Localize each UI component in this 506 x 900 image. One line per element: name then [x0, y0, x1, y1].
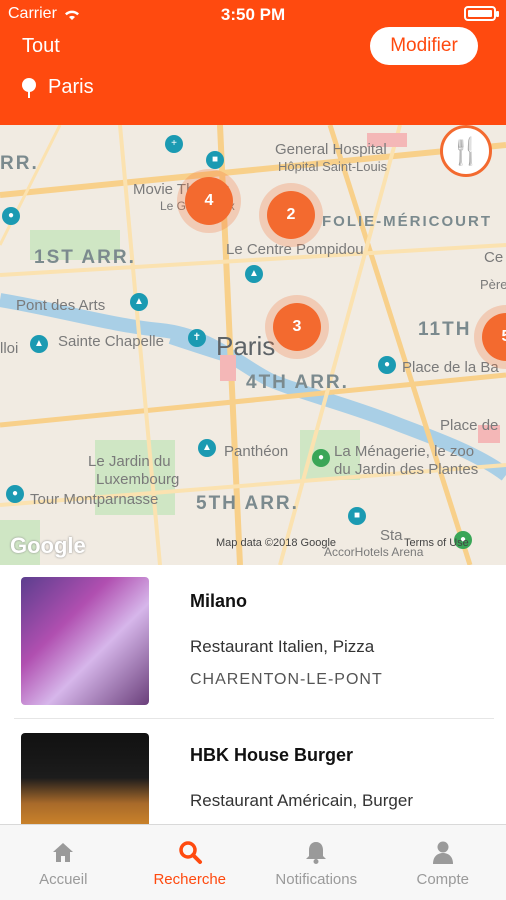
map-cluster[interactable]: 4: [185, 177, 233, 225]
map-label: Pont des Arts: [16, 297, 106, 314]
map-label: Luxembourg: [96, 471, 180, 488]
restaurant-list[interactable]: Milano Restaurant Italien, Pizza CHARENT…: [0, 565, 506, 825]
camera-poi-icon[interactable]: ●: [2, 207, 20, 225]
map-label: 4TH ARR.: [246, 372, 349, 393]
status-bar: Carrier 3:50 PM: [0, 0, 506, 28]
restaurant-photo: [21, 577, 149, 705]
map-cluster[interactable]: 3: [273, 303, 321, 351]
restaurant-category: Restaurant Américain, Burger: [190, 791, 413, 810]
list-divider: [14, 718, 494, 719]
home-icon: [53, 843, 74, 862]
tab-label: Accueil: [39, 871, 88, 888]
map-label: RR.: [0, 153, 39, 174]
map-attribution: Map data ©2018 Google: [216, 537, 337, 549]
restaurant-city: CHARENTON-LE-PONT: [190, 671, 383, 688]
landmark-poi-icon[interactable]: ▲: [198, 439, 216, 457]
map-label: Place de la Ba: [402, 359, 499, 376]
map-label: Le Centre Pompidou: [226, 241, 364, 258]
map-label: lloi: [0, 340, 19, 357]
map-label: Père: [480, 277, 506, 292]
map-label: 5TH ARR.: [196, 493, 299, 514]
restaurant-marker-icon[interactable]: 🍴: [440, 125, 492, 177]
tab-compte[interactable]: Compte: [380, 825, 506, 900]
map-label: Sainte Chapelle: [58, 333, 164, 350]
restaurant-name: HBK House Burger: [190, 745, 354, 765]
tab-label: Compte: [416, 871, 470, 888]
map-label: Hôpital Saint-Louis: [278, 159, 388, 174]
map-label: Place de: [440, 417, 499, 434]
map-label: 1ST ARR.: [34, 247, 136, 268]
map-label: 11TH: [418, 319, 472, 340]
location-selector[interactable]: Paris: [22, 76, 94, 99]
museum-poi-icon[interactable]: ▲: [130, 293, 148, 311]
map-label: Sta: [380, 527, 403, 544]
edit-button[interactable]: Modifier: [370, 27, 478, 65]
list-item[interactable]: HBK House Burger Restaurant Américain, B…: [0, 721, 506, 825]
shopping-poi-icon[interactable]: ■: [206, 151, 224, 169]
map-label: FOLIE-MÉRICOURT: [322, 213, 492, 230]
location-label: Paris: [48, 76, 94, 98]
bell-icon: [306, 842, 327, 864]
hospital-poi-icon[interactable]: +: [165, 135, 183, 153]
map-view[interactable]: 🍴 RR. Movie Theater Le Grand Rex General…: [0, 125, 506, 565]
map-label: General Hospital: [275, 141, 387, 158]
google-logo: Google: [10, 533, 86, 558]
tab-accueil[interactable]: Accueil: [0, 825, 127, 900]
tab-bar: Accueil Recherche Notifications Compte: [0, 824, 506, 900]
battery-icon: [464, 6, 499, 21]
user-icon: [432, 841, 453, 864]
filter-title[interactable]: Tout: [22, 35, 60, 58]
search-icon: [179, 841, 202, 864]
tab-label: Notifications: [275, 871, 358, 888]
map-label: Panthéon: [224, 443, 289, 460]
tab-label: Recherche: [153, 871, 227, 888]
camera-poi-icon[interactable]: ●: [6, 485, 24, 503]
map-label: Ce: [484, 249, 504, 266]
header: Carrier 3:50 PM Tout Modifier Paris: [0, 0, 506, 125]
terms-link[interactable]: Terms of Use: [404, 537, 469, 549]
museum-poi-icon[interactable]: ▲: [245, 265, 263, 283]
map-label: Tour Montparnasse: [30, 491, 159, 508]
map-label: Paris: [216, 331, 276, 361]
church-poi-icon[interactable]: ✝: [188, 329, 206, 347]
restaurant-photo: [21, 733, 149, 825]
restaurant-name: Milano: [190, 591, 247, 611]
tab-notifications[interactable]: Notifications: [253, 825, 380, 900]
restaurant-category: Restaurant Italien, Pizza: [190, 637, 375, 656]
tab-recherche[interactable]: Recherche: [127, 825, 254, 900]
map-label: La Ménagerie, le zoo: [334, 443, 475, 460]
zoo-poi-icon[interactable]: ●: [312, 449, 330, 467]
camera-poi-icon[interactable]: ●: [378, 356, 396, 374]
museum-poi-icon[interactable]: ▲: [30, 335, 48, 353]
map-cluster[interactable]: 2: [267, 191, 315, 239]
clock: 3:50 PM: [220, 5, 286, 24]
map-label: du Jardin des Plantes: [334, 461, 479, 478]
transit-poi-icon[interactable]: ■: [348, 507, 366, 525]
list-item[interactable]: Milano Restaurant Italien, Pizza CHARENT…: [0, 565, 506, 720]
map-label: Le Jardin du: [88, 453, 171, 470]
location-pin-icon: [22, 77, 36, 98]
